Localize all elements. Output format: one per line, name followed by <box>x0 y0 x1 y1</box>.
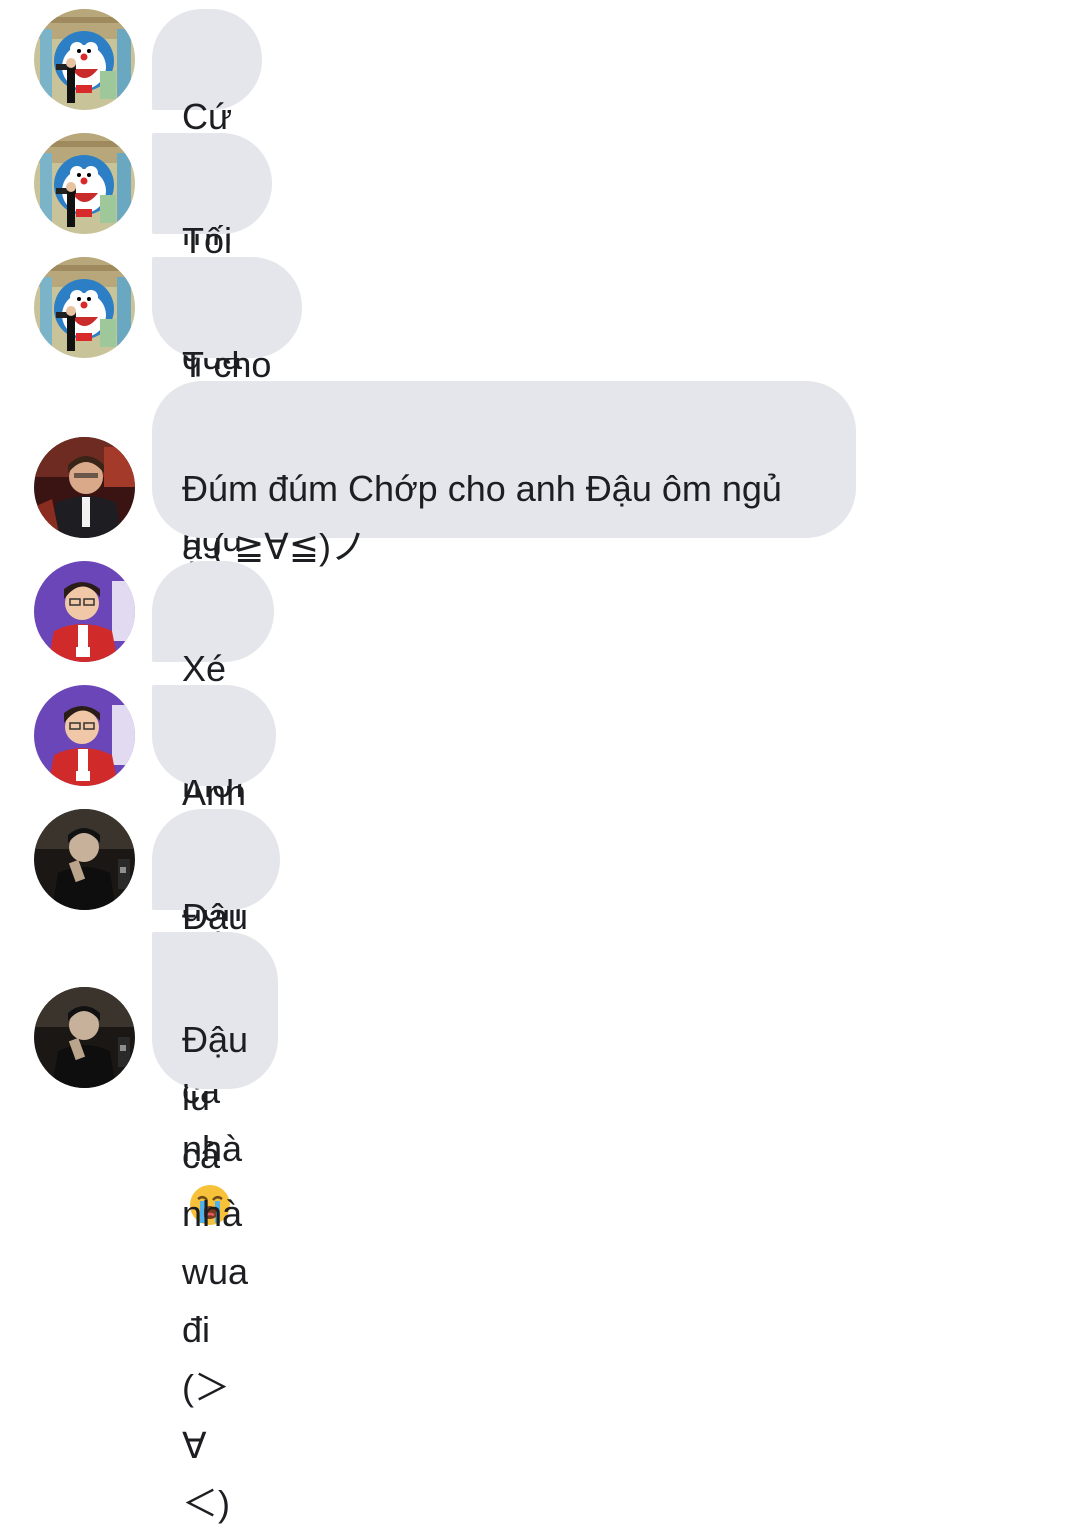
message-bubble[interactable]: Cứ để mn lo đi <box>152 9 263 369</box>
message-bubble[interactable]: Anh qua đón em đây <box>152 685 277 1045</box>
avatar[interactable] <box>34 809 135 910</box>
avatar[interactable] <box>34 257 135 358</box>
message-bubble[interactable]: Xé thư mời đi <box>152 561 274 863</box>
message-bubble[interactable]: Đúm đúm Chớp cho anh Đậu ôm ngủ ạ ( ≧∀≦)… <box>152 381 856 567</box>
message-bubble[interactable]: Đậu cảm ơn cả nhà <box>152 809 281 1225</box>
avatar[interactable] <box>34 437 135 538</box>
message-bubble[interactable]: Đậu iu cả nhà wua đi (＞∀＜) <box>152 932 279 1524</box>
avatar[interactable] <box>34 133 135 234</box>
avatar[interactable] <box>34 685 135 786</box>
message-bubble[interactable]: Tối nay qua đây <box>152 133 273 435</box>
avatar[interactable] <box>34 987 135 1088</box>
message-text: Đúm đúm Chớp cho anh Đậu ôm ngủ ạ ( ≧∀≦)… <box>182 468 782 567</box>
avatar[interactable] <box>34 561 135 662</box>
message-bubble[interactable]: T cho ôm Chớp ngủ <box>152 257 302 559</box>
avatar[interactable] <box>34 9 135 110</box>
